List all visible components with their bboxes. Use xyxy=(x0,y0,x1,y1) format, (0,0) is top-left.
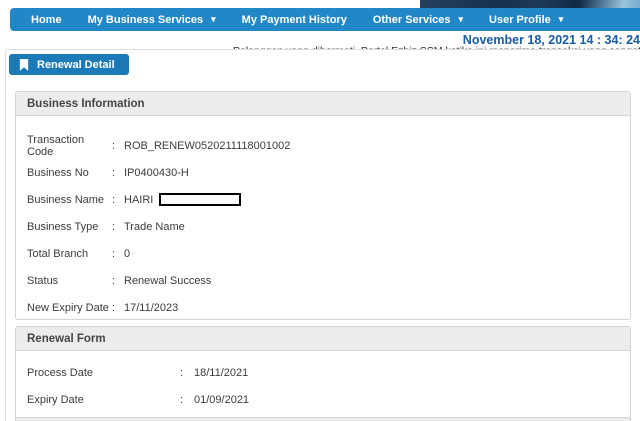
field-label: New Expiry Date xyxy=(27,302,112,314)
business-info-row: Transaction Code : ROB_RENEW052021111800… xyxy=(27,132,630,159)
colon-separator: : xyxy=(112,194,124,206)
business-information-panel: Business Information Transaction Code : … xyxy=(15,91,631,320)
nav-item-other-services[interactable]: Other Services ▾ xyxy=(360,8,476,31)
colon-separator: : xyxy=(180,367,194,379)
next-panel-header-cutoff xyxy=(15,417,631,421)
colon-separator: : xyxy=(112,221,124,233)
colon-separator: : xyxy=(112,275,124,287)
field-value: 18/11/2021 xyxy=(194,367,248,379)
field-label: Process Date xyxy=(27,367,180,379)
field-value: 0 xyxy=(124,248,130,260)
field-label: Status xyxy=(27,275,112,287)
redaction-box xyxy=(159,193,241,206)
chevron-down-icon: ▾ xyxy=(211,15,216,24)
field-label: Business Name xyxy=(27,194,112,206)
business-info-row: Business Name : HAIRI xyxy=(27,186,630,213)
renewal-detail-button[interactable]: Renewal Detail xyxy=(9,54,129,75)
business-info-row: Total Branch : 0 xyxy=(27,240,630,267)
colon-separator: : xyxy=(112,167,124,179)
business-information-header: Business Information xyxy=(16,92,630,116)
field-value: HAIRI xyxy=(124,194,153,206)
main-navbar: Home My Business Services ▾ My Payment H… xyxy=(10,8,640,31)
renewal-form-rows: Process Date : 18/11/2021 Expiry Date : … xyxy=(16,351,630,421)
nav-item-my-payment-history[interactable]: My Payment History xyxy=(229,8,360,31)
field-value: IP0400430-H xyxy=(124,167,189,179)
field-value: 17/11/2023 xyxy=(124,302,178,314)
business-info-row: Status : Renewal Success xyxy=(27,267,630,294)
nav-item-my-business-services[interactable]: My Business Services ▾ xyxy=(75,8,229,31)
business-information-rows: Transaction Code : ROB_RENEW052021111800… xyxy=(16,116,630,321)
colon-separator: : xyxy=(112,248,124,260)
business-info-row: Business Type : Trade Name xyxy=(27,213,630,240)
colon-separator: : xyxy=(180,394,194,406)
field-value: Renewal Success xyxy=(124,275,211,287)
field-value: 01/09/2021 xyxy=(194,394,249,406)
field-value: Trade Name xyxy=(124,221,185,233)
page: Home My Business Services ▾ My Payment H… xyxy=(0,0,640,421)
renewal-form-row: Expiry Date : 01/09/2021 xyxy=(27,386,630,413)
renewal-form-header: Renewal Form xyxy=(16,327,630,351)
field-label: Business Type xyxy=(27,221,112,233)
content-container: Renewal Detail Business Information Tran… xyxy=(5,49,640,421)
chevron-down-icon: ▾ xyxy=(559,15,564,24)
renewal-form-row: Process Date : 18/11/2021 xyxy=(27,359,630,386)
colon-separator: : xyxy=(112,302,124,314)
business-info-row: New Expiry Date : 17/11/2023 xyxy=(27,294,630,321)
field-label: Business No xyxy=(27,167,112,179)
colon-separator: : xyxy=(112,140,124,152)
nav-item-home[interactable]: Home xyxy=(18,8,75,31)
renewal-detail-label: Renewal Detail xyxy=(37,59,115,71)
nav-item-user-profile[interactable]: User Profile ▾ xyxy=(476,8,576,31)
field-value: ROB_RENEW0520211118001002 xyxy=(124,140,290,152)
field-label: Transaction Code xyxy=(27,134,112,158)
field-label: Total Branch xyxy=(27,248,112,260)
bookmark-icon xyxy=(19,59,29,71)
chevron-down-icon: ▾ xyxy=(458,15,463,24)
business-info-row: Business No : IP0400430-H xyxy=(27,159,630,186)
renewal-form-panel: Renewal Form Process Date : 18/11/2021 E… xyxy=(15,326,631,421)
field-label: Expiry Date xyxy=(27,394,180,406)
